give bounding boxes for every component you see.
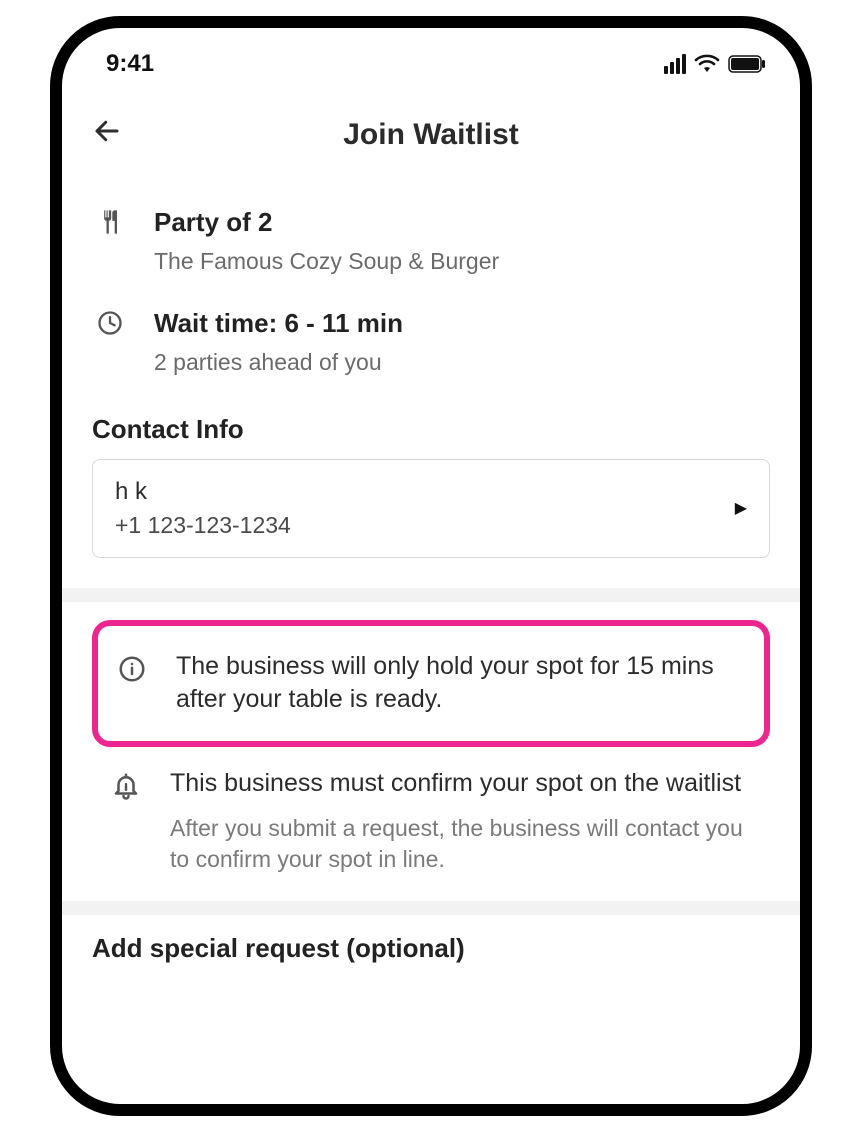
cellular-signal-icon xyxy=(664,54,686,74)
contact-info-heading: Contact Info xyxy=(92,386,770,459)
status-time: 9:41 xyxy=(106,50,154,78)
back-button[interactable] xyxy=(92,116,122,155)
contact-card[interactable]: h k +1 123-123-1234 ▶ xyxy=(92,459,770,558)
page-title: Join Waitlist xyxy=(92,118,770,152)
device-frame: 9:41 xyxy=(50,16,812,1116)
section-divider xyxy=(62,588,800,602)
party-row: Party of 2 The Famous Cozy Soup & Burger xyxy=(92,184,770,285)
wait-time: Wait time: 6 - 11 min xyxy=(154,307,770,341)
nav-bar: Join Waitlist xyxy=(62,84,800,166)
confirm-subtext: After you submit a request, the business… xyxy=(170,813,756,875)
wifi-icon xyxy=(694,54,720,74)
info-icon xyxy=(112,650,152,684)
contact-phone: +1 123-123-1234 xyxy=(115,512,291,539)
reservation-details: Party of 2 The Famous Cozy Soup & Burger… xyxy=(62,166,800,558)
clock-icon xyxy=(92,307,128,337)
restaurant-icon xyxy=(92,206,128,236)
confirm-title: This business must confirm your spot on … xyxy=(170,767,756,801)
restaurant-name: The Famous Cozy Soup & Burger xyxy=(154,246,770,277)
status-bar: 9:41 xyxy=(62,28,800,84)
wait-row: Wait time: 6 - 11 min 2 parties ahead of… xyxy=(92,285,770,386)
special-request-heading: Add special request (optional) xyxy=(62,915,800,964)
section-divider xyxy=(62,901,800,915)
chevron-right-icon: ▶ xyxy=(735,498,747,518)
notices-section: The business will only hold your spot fo… xyxy=(62,620,800,875)
hold-spot-row: The business will only hold your spot fo… xyxy=(108,640,750,728)
status-right xyxy=(664,54,766,74)
battery-icon xyxy=(728,55,766,73)
hold-spot-text: The business will only hold your spot fo… xyxy=(176,650,746,718)
parties-ahead: 2 parties ahead of you xyxy=(154,347,770,378)
bell-icon xyxy=(106,767,146,801)
party-size: Party of 2 xyxy=(154,206,770,240)
confirm-row: This business must confirm your spot on … xyxy=(92,747,770,875)
hold-spot-highlight: The business will only hold your spot fo… xyxy=(92,620,770,748)
contact-name: h k xyxy=(115,478,291,506)
